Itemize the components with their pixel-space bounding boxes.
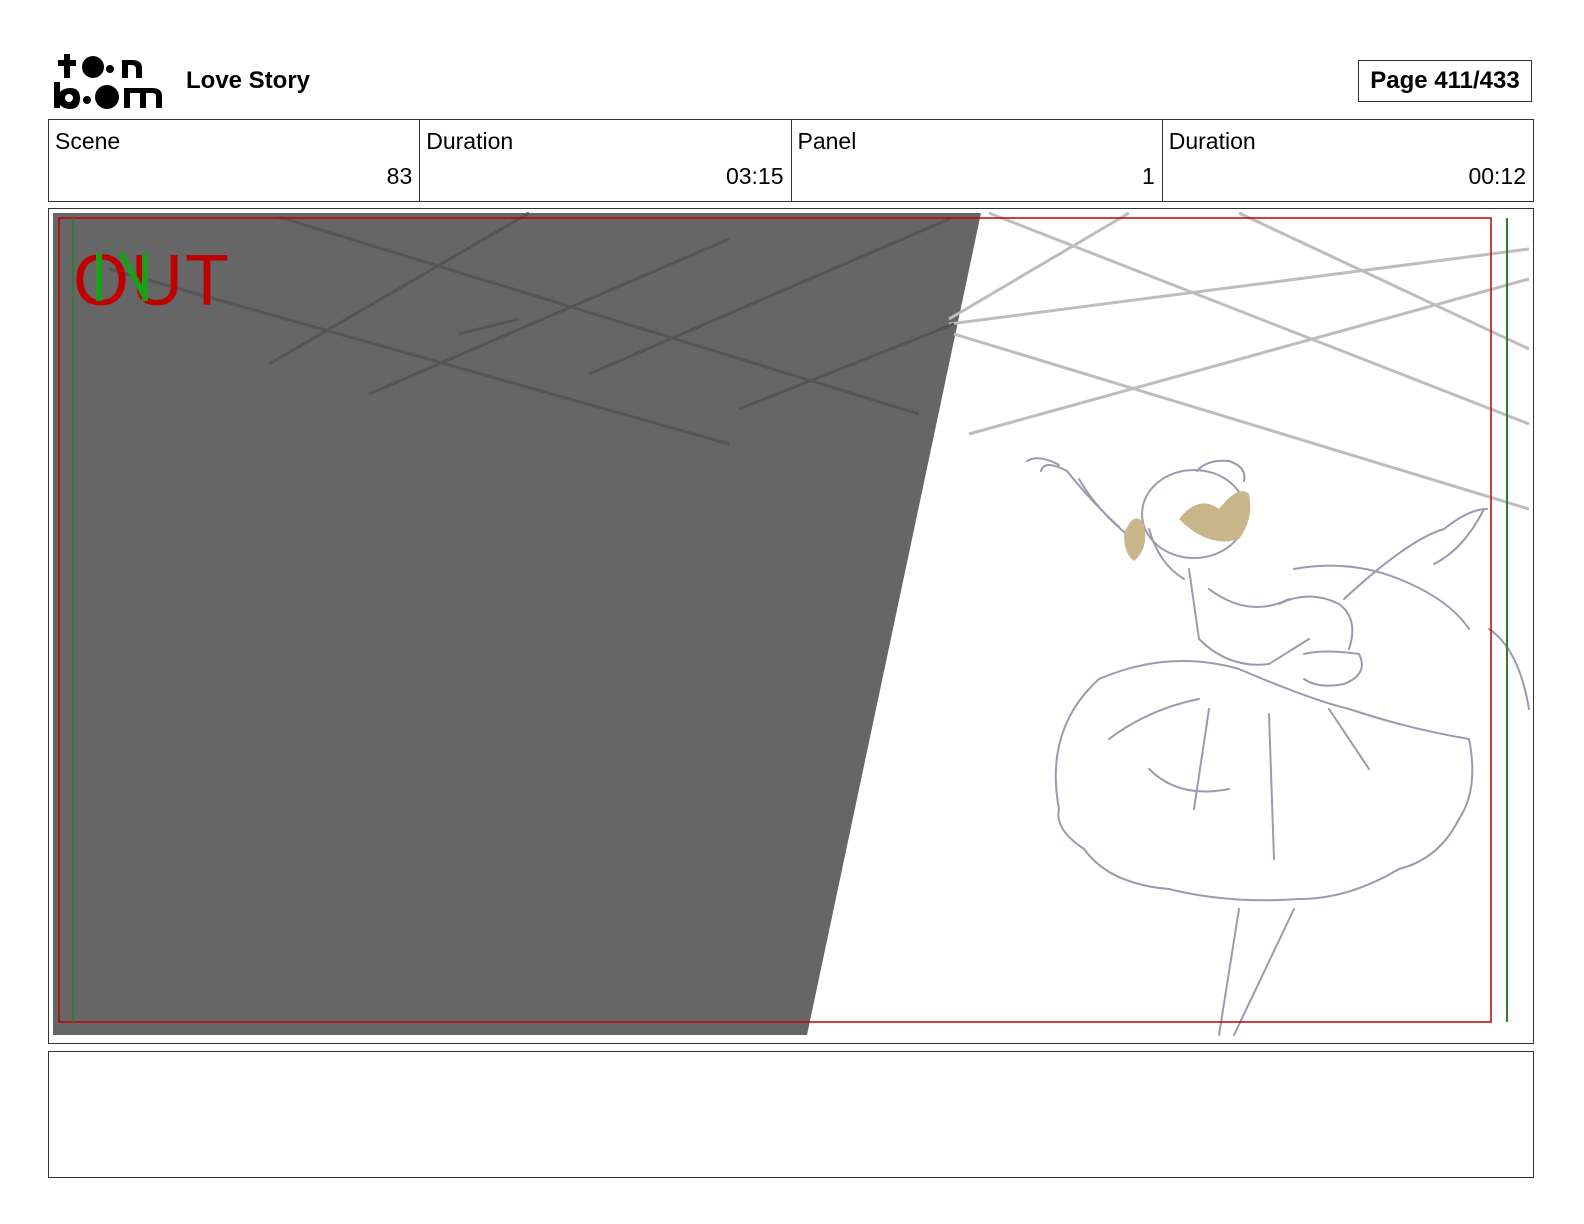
scene-duration-cell: Duration 03:15: [420, 120, 792, 201]
dancer-sketch: [1026, 457, 1530, 1036]
panel-duration-label: Duration: [1168, 128, 1256, 154]
scene-label: Scene: [55, 128, 121, 154]
panel-duration-cell: Duration 00:12: [1163, 120, 1533, 201]
shadow-region: [53, 213, 981, 1035]
panel-value: 1: [1141, 163, 1155, 189]
lattice-lines: [948, 211, 1530, 511]
scene-cell: Scene 83: [49, 120, 421, 201]
scene-value: 83: [386, 163, 413, 189]
panel-duration-value: 00:12: [1468, 163, 1526, 189]
scene-info-table: Scene 83 Duration 03:15 Panel 1 Duration…: [48, 119, 1534, 202]
panel-notes-box: [48, 1051, 1534, 1178]
scene-duration-value: 03:15: [725, 163, 784, 189]
panel-drawing: OUT: [53, 211, 1530, 1036]
project-title: Love Story: [186, 67, 311, 94]
toonboom-logo: [52, 52, 164, 110]
page-indicator: Page 411/433: [1358, 60, 1532, 102]
scene-duration-label: Duration: [426, 128, 514, 154]
panel-cell: Panel 1: [792, 120, 1163, 201]
panel-label: Panel: [797, 128, 857, 154]
storyboard-panel: OUT: [48, 208, 1534, 1044]
